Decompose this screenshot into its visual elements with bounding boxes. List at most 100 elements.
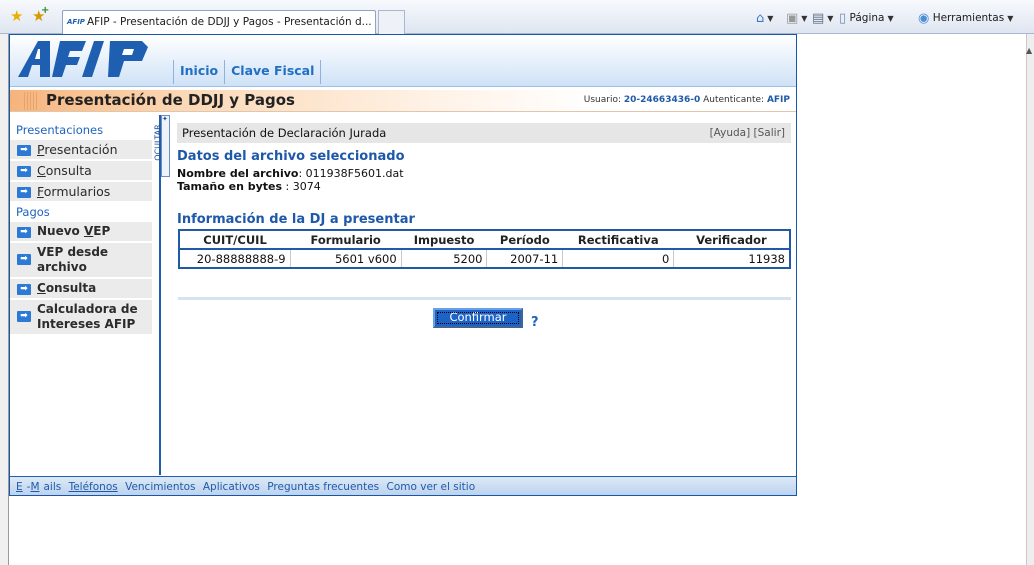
cell-formulario: 5601 v600 [290, 249, 402, 268]
sidebar-item-vep-desde-archivo[interactable]: ➡ VEP desde archivo [10, 243, 152, 279]
arrow-right-icon: ➡ [17, 227, 31, 238]
nav-clave-fiscal-link[interactable]: Clave Fiscal [225, 60, 322, 84]
auth-value: AFIP [766, 95, 790, 105]
page-menu-label: Página [849, 12, 885, 24]
sidebar-item-calculadora[interactable]: ➡ Calculadora de Intereses AFIP [10, 300, 152, 336]
access-key-letter: F [37, 184, 44, 199]
arrow-right-icon: ➡ [17, 254, 31, 265]
footer-link-emails[interactable]: E -M ails [16, 481, 61, 493]
tools-menu-button[interactable]: ◉ Herramientas ▼ [918, 11, 1016, 26]
site-header: Inicio Clave Fiscal [10, 35, 796, 87]
browser-tab-active[interactable]: AFIP AFIP - Presentación de DDJJ y Pagos … [62, 10, 376, 34]
new-tab-button[interactable] [378, 10, 405, 34]
column-header-cuit: CUIT/CUIL [179, 230, 291, 250]
page-title: Presentación de DDJJ y Pagos [46, 91, 295, 109]
help-exit-links[interactable]: [Ayuda] [Salir] [710, 127, 785, 139]
chevron-down-icon: ▼ [1007, 14, 1014, 23]
arrow-right-icon: ➡ [17, 311, 31, 322]
page-viewport: ▲ Inicio Clave Fiscal Presentación de DD… [0, 34, 1034, 565]
access-key-letter: C [37, 163, 46, 178]
file-name-value: : 011938F5601.dat [298, 167, 404, 180]
print-button[interactable]: ▤ ▼ [812, 11, 836, 26]
footer-link-vencimientos[interactable]: Vencimientos [125, 481, 195, 493]
column-header-verificador: Verificador [673, 230, 790, 250]
access-key-letter: E [16, 481, 23, 493]
home-button[interactable]: ⌂ ▼ [756, 11, 776, 26]
chevron-down-icon: ▼ [827, 14, 834, 23]
file-name-label: Nombre del archivo [177, 167, 299, 180]
feeds-icon: ▣ [786, 11, 799, 26]
afip-site-frame: Inicio Clave Fiscal Presentación de DDJJ … [9, 34, 797, 496]
sidebar-item-label: Calculadora de Intereses AFIP [37, 302, 138, 331]
page-icon: ▯ [839, 11, 847, 26]
sidebar-item-label: onsulta [45, 163, 92, 178]
cell-rectificativa: 0 [562, 249, 675, 268]
sidebar-item-consulta-pagos[interactable]: ➡ Consulta [10, 279, 152, 300]
add-favorites-icon[interactable]: ★ + [32, 6, 49, 24]
sidebar-item-presentacion[interactable]: ➡ Presentación [10, 140, 152, 161]
dj-info-table: CUIT/CUIL Formulario Impuesto Período Re… [178, 229, 791, 269]
sidebar-item-label: VEP desde archivo [37, 245, 109, 274]
tools-menu-label: Herramientas [932, 12, 1005, 24]
help-question-link[interactable]: ? [531, 315, 539, 330]
scroll-up-icon[interactable]: ▲ [1026, 46, 1032, 55]
auth-label: Autenticante: [703, 95, 765, 105]
arrow-right-icon: ➡ [17, 145, 31, 156]
title-stripes-decoration [24, 92, 38, 110]
sidebar-item-consulta[interactable]: ➡ Consulta [10, 161, 152, 182]
afip-logo[interactable] [16, 39, 164, 79]
cell-impuesto: 5200 [401, 249, 488, 268]
arrow-right-icon: ➡ [17, 284, 31, 295]
footer-link-telefonos[interactable]: Teléfonos [69, 481, 118, 493]
cell-periodo: 2007-11 [486, 249, 564, 268]
tab-title: AFIP - Presentación de DDJJ y Pagos - Pr… [86, 16, 372, 28]
feeds-button[interactable]: ▣ ▼ [786, 11, 810, 26]
ocultar-toggle[interactable]: ✦ OCULTAR [154, 115, 170, 177]
access-key-letter: M [30, 481, 40, 493]
top-nav: Inicio Clave Fiscal [173, 60, 322, 84]
user-info: Usuario: 20-24663436-0 Autenticante: AFI… [584, 95, 790, 105]
menu-section-pagos[interactable]: Pagos [10, 203, 152, 222]
page-title-bar: Presentación de DDJJ y Pagos Usuario: 20… [10, 90, 796, 112]
chevron-down-icon: ▼ [801, 14, 808, 23]
access-key-letter: C [37, 281, 46, 295]
footer-link-aplicativos[interactable]: Aplicativos [203, 481, 260, 493]
vertical-scrollbar[interactable] [1026, 34, 1034, 565]
file-section-title: Datos del archivo seleccionado [177, 149, 405, 164]
footer-link-como-ver[interactable]: Como ver el sitio [386, 481, 475, 493]
file-size-row: Tamaño en bytes : 3074 [177, 180, 404, 193]
collapse-icon: ✦ [162, 115, 168, 123]
column-header-formulario: Formulario [290, 230, 402, 250]
menu-section-presentaciones[interactable]: Presentaciones [10, 121, 152, 140]
panel-title: Presentación de Declaración Jurada [182, 126, 387, 140]
panel-header: Presentación de Declaración Jurada [Ayud… [177, 123, 791, 143]
cell-cuit: 20-88888888-9 [179, 249, 291, 268]
browser-command-bar: ★ ★ + AFIP AFIP - Presentación de DDJJ y P… [0, 0, 1034, 34]
file-size-label: Tamaño en bytes [177, 180, 283, 193]
user-label: Usuario: [583, 95, 622, 105]
window-left-edge [0, 34, 9, 565]
gear-icon: ◉ [918, 11, 930, 26]
sidebar-item-formularios[interactable]: ➡ Formularios [10, 182, 152, 203]
afip-tab-logo-icon: AFIP [67, 18, 85, 26]
sidebar-item-label: Nuevo [37, 224, 84, 238]
favorites-star-icon[interactable]: ★ [10, 9, 23, 24]
page-menu-button[interactable]: ▯ Página ▼ [839, 11, 897, 26]
confirm-button[interactable]: Confirmar [433, 308, 523, 328]
file-info: Nombre del archivo: 011938F5601.dat Tama… [177, 167, 404, 193]
file-size-value: : 3074 [282, 180, 321, 193]
sidebar-item-nuevo-vep[interactable]: ➡ Nuevo VEP [10, 222, 152, 243]
footer-link-preguntas[interactable]: Preguntas frecuentes [267, 481, 379, 493]
chevron-down-icon: ▼ [767, 14, 774, 23]
column-header-rectificativa: Rectificativa [562, 230, 674, 250]
separator-line [178, 297, 791, 300]
site-footer: E -M ails Teléfonos Vencimientos Aplicativ… [10, 476, 796, 495]
sidebar-item-label: EP [93, 224, 111, 238]
sidebar-item-label: onsulta [45, 281, 97, 295]
dj-section-title: Información de la DJ a presentar [177, 212, 415, 227]
chevron-down-icon: ▼ [887, 14, 894, 23]
file-name-row: Nombre del archivo: 011938F5601.dat [177, 167, 404, 180]
sidebar-menu: Presentaciones ➡ Presentación ➡ Consulta ➡… [10, 121, 152, 336]
user-value: 20-24663436-0 [623, 95, 701, 105]
nav-inicio-link[interactable]: Inicio [174, 60, 226, 84]
